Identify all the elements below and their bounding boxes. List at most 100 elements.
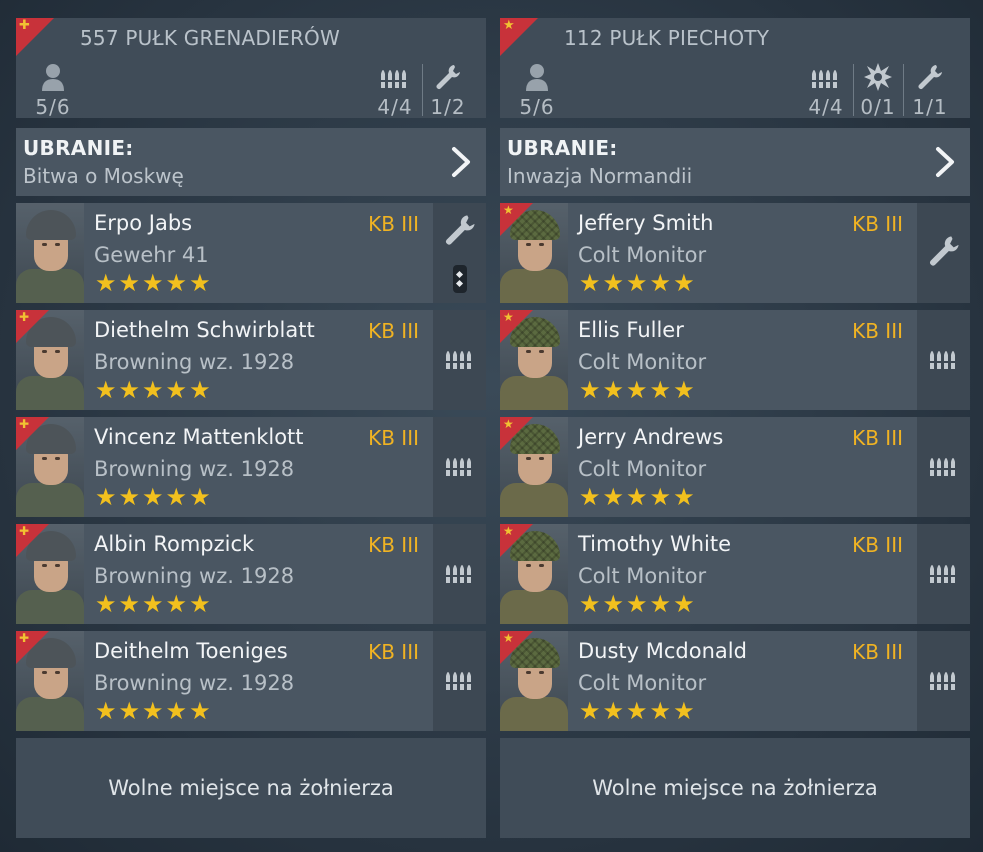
soldier-card[interactable]: ★ Dusty Mcdonald Colt Monitor KB III ★ ★ ★…: [500, 631, 970, 731]
soldier-card[interactable]: ✚ Vincenz Mattenklott Browning wz. 1928 …: [16, 417, 486, 517]
squad-header[interactable]: ★ 112 PUŁK PIECHOTY 5/6 4/4 0/1 1/1: [500, 18, 970, 119]
star-icon: ★: [649, 590, 672, 618]
star-icon: ★: [142, 376, 164, 404]
star-icon: ★: [649, 697, 672, 725]
star-rating: ★ ★ ★ ★ ★: [95, 378, 211, 402]
divider: [853, 64, 854, 116]
explosive-stat: 0/1: [856, 62, 900, 119]
ammo-icon: [801, 62, 851, 92]
soldier-portrait: ★: [500, 203, 568, 303]
wrench-icon: [426, 62, 470, 92]
engineer-stat: 1/2: [426, 62, 470, 119]
soldier-name: Diethelm Schwirblatt: [94, 318, 315, 342]
star-icon: ★: [673, 376, 695, 404]
star-icon: ★: [142, 590, 164, 618]
soldier-rank: KB III: [852, 640, 903, 664]
soldier-name: Albin Rompzick: [94, 532, 255, 556]
soldier-role: [917, 417, 970, 517]
ammo-icon: [444, 345, 476, 375]
star-emblem-icon: ★: [503, 417, 514, 431]
outfit-value: Inwazja Normandii: [507, 164, 693, 188]
soldier-role: [433, 524, 486, 624]
star-icon: ★: [142, 269, 164, 297]
person-icon: [32, 62, 74, 92]
engineer-stat: 1/1: [908, 62, 952, 119]
soldier-rank: KB III: [852, 212, 903, 236]
wrench-icon: [443, 213, 477, 251]
ammo-icon: [928, 345, 960, 375]
soldier-name: Jeffery Smith: [578, 211, 714, 235]
soldier-name: Erpo Jabs: [94, 211, 193, 235]
soldier-name: Ellis Fuller: [578, 318, 684, 342]
soldier-rank: KB III: [368, 212, 419, 236]
soldier-role: [917, 203, 970, 303]
soldier-portrait: ★: [500, 417, 568, 517]
soldier-card[interactable]: ★ Jeffery Smith Colt Monitor KB III ★ ★ ★ ★…: [500, 203, 970, 303]
outfit-label: UBRANIE:: [23, 136, 134, 160]
iron-cross-icon: ✚: [19, 524, 30, 538]
ammo-icon: [444, 452, 476, 482]
soldier-weapon: Colt Monitor: [578, 457, 707, 481]
star-icon: ★: [673, 483, 695, 511]
star-rating: ★ ★ ★ ★ ★: [579, 485, 695, 509]
free-soldier-slot[interactable]: Wolne miejsce na żołnierza: [500, 738, 970, 838]
outfit-selector[interactable]: UBRANIE: Bitwa o Moskwę: [16, 128, 486, 196]
soldier-card[interactable]: Erpo Jabs Gewehr 41 KB III ★ ★ ★ ★ ★: [16, 203, 486, 303]
soldier-count-stat: 5/6: [516, 62, 558, 119]
soldier-role: [433, 310, 486, 410]
ammo-stat: 4/4: [370, 62, 420, 119]
soldier-weapon: Browning wz. 1928: [94, 564, 295, 588]
outfit-selector[interactable]: UBRANIE: Inwazja Normandii: [500, 128, 970, 196]
star-icon: ★: [165, 376, 188, 404]
soldier-rank: KB III: [368, 533, 419, 557]
soldier-rank: KB III: [368, 426, 419, 450]
soldier-card[interactable]: ✚ Deithelm Toeniges Browning wz. 1928 KB…: [16, 631, 486, 731]
outfit-label: UBRANIE:: [507, 136, 618, 160]
explosion-icon: [856, 62, 900, 92]
star-icon: ★: [626, 697, 648, 725]
star-icon: ★: [579, 376, 601, 404]
squad-header[interactable]: ✚ 557 PUŁK GRENADIERÓW 5/6 4/4 1/2: [16, 18, 486, 119]
star-icon: ★: [579, 269, 601, 297]
star-rating: ★ ★ ★ ★ ★: [95, 592, 211, 616]
ammo-icon: [928, 452, 960, 482]
soldier-rank: KB III: [852, 426, 903, 450]
chevron-right-icon[interactable]: [934, 146, 956, 182]
soldier-card[interactable]: ★ Ellis Fuller Colt Monitor KB III ★ ★ ★ ★ ★: [500, 310, 970, 410]
star-icon: ★: [118, 697, 141, 725]
soldier-card[interactable]: ★ Jerry Andrews Colt Monitor KB III ★ ★ ★ ★…: [500, 417, 970, 517]
divider: [422, 64, 423, 116]
soldier-portrait: ✚: [16, 631, 84, 731]
soldier-card[interactable]: ★ Timothy White Colt Monitor KB III ★ ★ ★ ★…: [500, 524, 970, 624]
iron-cross-icon: ✚: [19, 310, 30, 324]
star-icon: ★: [95, 697, 117, 725]
star-emblem-icon: ★: [503, 310, 514, 324]
star-icon: ★: [602, 590, 625, 618]
star-icon: ★: [95, 376, 117, 404]
star-icon: ★: [165, 697, 188, 725]
chevron-right-icon[interactable]: [450, 146, 472, 182]
soldier-name: Deithelm Toeniges: [94, 639, 288, 663]
soldier-name: Jerry Andrews: [578, 425, 724, 449]
free-soldier-slot[interactable]: Wolne miejsce na żołnierza: [16, 738, 486, 838]
soldier-portrait: ✚: [16, 524, 84, 624]
person-icon: [516, 62, 558, 92]
squad-title: 112 PUŁK PIECHOTY: [564, 26, 770, 50]
soldier-weapon: Colt Monitor: [578, 671, 707, 695]
soldier-role: [433, 417, 486, 517]
star-icon: ★: [673, 269, 695, 297]
star-icon: ★: [95, 269, 117, 297]
soldier-portrait: ✚: [16, 310, 84, 410]
ammo-stat: 4/4: [801, 62, 851, 119]
star-icon: ★: [189, 269, 211, 297]
star-icon: ★: [673, 697, 695, 725]
soldier-card[interactable]: ✚ Diethelm Schwirblatt Browning wz. 1928…: [16, 310, 486, 410]
soldier-name: Vincenz Mattenklott: [94, 425, 304, 449]
soldier-card[interactable]: ✚ Albin Rompzick Browning wz. 1928 KB II…: [16, 524, 486, 624]
soldier-weapon: Colt Monitor: [578, 564, 707, 588]
soldier-portrait: [16, 203, 84, 303]
star-icon: ★: [95, 590, 117, 618]
squad-title: 557 PUŁK GRENADIERÓW: [80, 26, 340, 50]
soldier-weapon: Browning wz. 1928: [94, 457, 295, 481]
soldier-role: [917, 631, 970, 731]
